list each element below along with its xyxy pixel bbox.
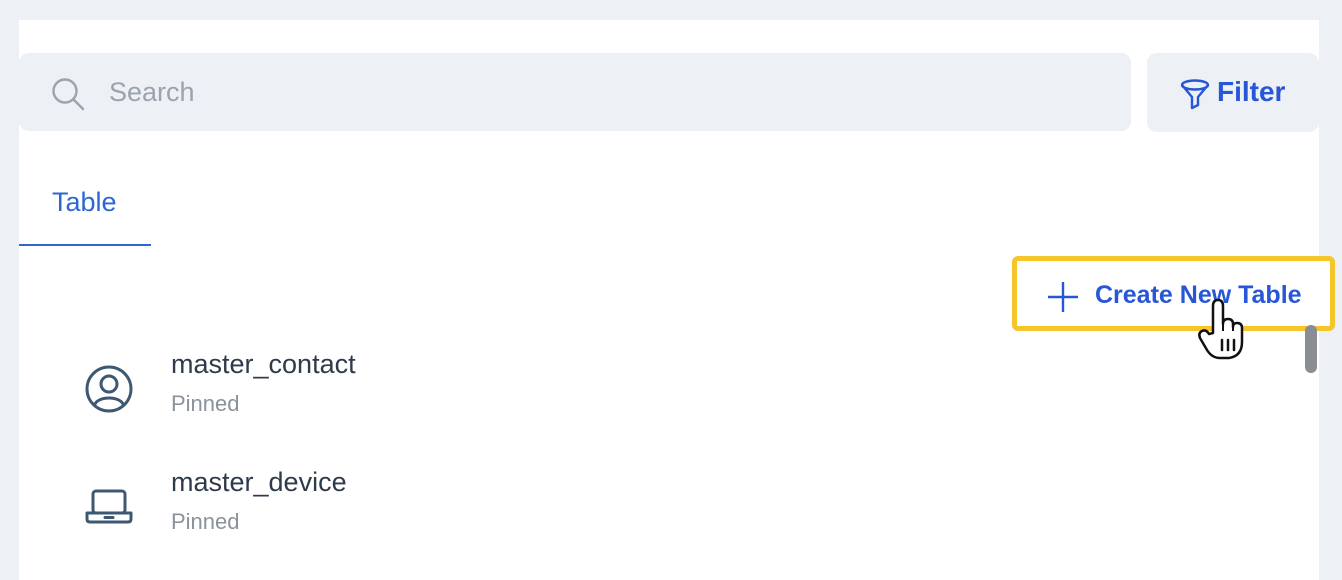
list-item[interactable]: master_device Pinned [83, 467, 1083, 571]
hand-pointer-icon [1198, 298, 1244, 360]
funnel-icon [1180, 79, 1210, 110]
table-status: Pinned [171, 391, 240, 416]
table-name: master_device [171, 467, 347, 497]
table-name: master_contact [171, 349, 356, 379]
search-box[interactable] [19, 53, 1131, 131]
search-input[interactable] [109, 53, 1109, 131]
search-icon [52, 78, 85, 111]
filter-label: Filter [1217, 76, 1286, 107]
plus-icon [1048, 282, 1078, 312]
tab-label: Table [52, 187, 117, 217]
filter-button[interactable]: Filter [1147, 53, 1319, 132]
create-new-table-button[interactable]: Create New Table [1012, 256, 1335, 331]
user-circle-icon [85, 365, 133, 413]
main-panel: Filter Table Create New Table master_con… [19, 20, 1335, 580]
list-item[interactable]: master_contact Pinned [83, 349, 1083, 453]
scrollbar-thumb[interactable] [1305, 325, 1317, 373]
tab-table[interactable]: Table [19, 170, 151, 246]
table-status: Pinned [171, 509, 240, 534]
laptop-icon [85, 489, 133, 524]
